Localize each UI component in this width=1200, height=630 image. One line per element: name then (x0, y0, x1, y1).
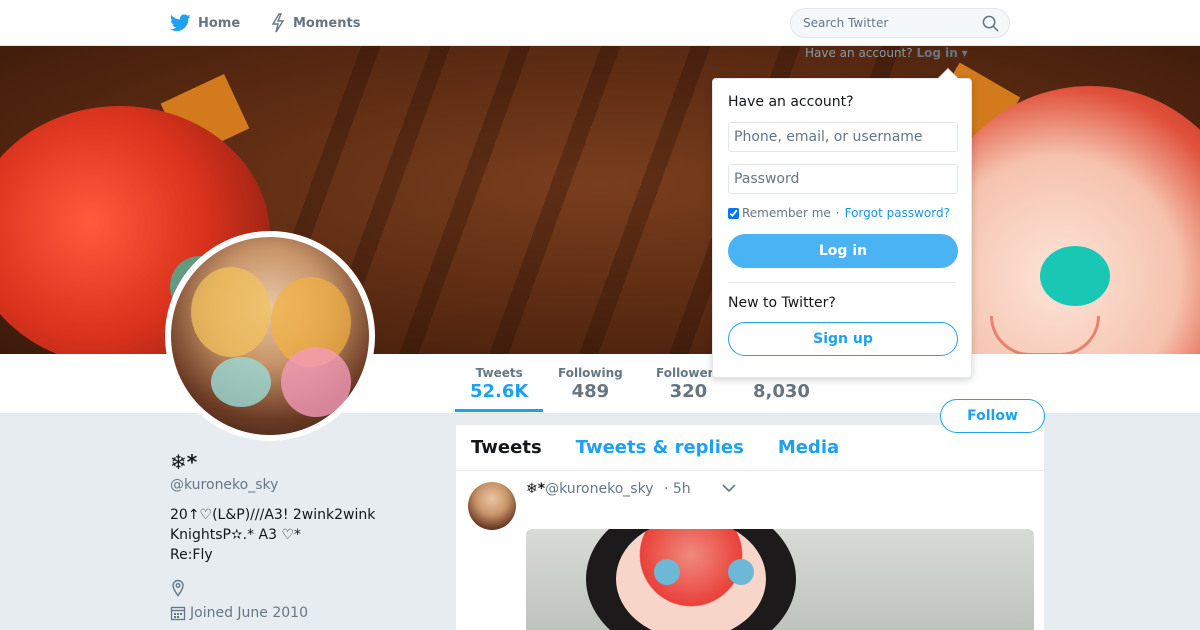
separator: · (835, 206, 840, 220)
nav-moments[interactable]: Moments (270, 12, 360, 34)
location-row (170, 579, 440, 597)
stat-tweets[interactable]: Tweets 52.6K (454, 366, 544, 412)
profile-card: ❄︎* @kuroneko_sky 20↑♡(L&P)///A3! 2wink2… (170, 450, 440, 621)
stat-value: 8,030 (753, 381, 810, 402)
profile-avatar[interactable] (165, 231, 375, 441)
stat-following[interactable]: Following 489 (558, 366, 623, 402)
login-dropdown: Have an account? Remember me · Forgot pa… (712, 68, 972, 378)
search-box (790, 8, 1010, 38)
tweet-header: ❄︎*@kuroneko_sky · 5h (526, 481, 691, 497)
profile-bio: 20↑♡(L&P)///A3! 2wink2wink KnightsP✫.* A… (170, 507, 376, 563)
stat-label: Followers (656, 366, 721, 380)
joined-date: Joined June 2010 (190, 605, 308, 621)
profile-handle[interactable]: @kuroneko_sky (170, 477, 440, 493)
signup-button[interactable]: Sign up (728, 322, 958, 356)
twitter-bird-icon (170, 14, 191, 32)
nav-moments-label: Moments (293, 15, 361, 31)
follow-button[interactable]: Follow (940, 399, 1045, 433)
username-field[interactable] (728, 122, 958, 152)
password-field[interactable] (728, 164, 958, 194)
location-pin-icon (172, 579, 184, 597)
nav-home-label: Home (198, 15, 241, 31)
stat-value: 320 (669, 381, 708, 402)
nav-home[interactable]: Home (170, 12, 240, 34)
login-link[interactable]: Log in (916, 46, 957, 60)
stat-followers[interactable]: Followers 320 (656, 366, 721, 402)
tweet-avatar[interactable] (468, 482, 516, 530)
tweet-media-image[interactable] (526, 529, 1034, 630)
search-input[interactable] (791, 9, 971, 37)
calendar-icon (170, 606, 186, 621)
profile-name[interactable]: ❄︎* (170, 450, 440, 474)
forgot-password-link[interactable]: Forgot password? (845, 206, 950, 220)
joined-row: Joined June 2010 (170, 605, 440, 621)
remember-me-checkbox[interactable] (728, 207, 739, 219)
tweet-author-name[interactable]: ❄︎* (526, 481, 545, 497)
new-to-twitter-title: New to Twitter? (728, 295, 836, 311)
search-icon[interactable] (982, 15, 999, 32)
chevron-down-icon[interactable] (722, 483, 736, 493)
tweet-author-handle[interactable]: @kuroneko_sky (545, 481, 653, 497)
top-nav: Home Moments (0, 0, 1200, 46)
divider (728, 282, 956, 283)
stat-label: Following (558, 366, 623, 380)
stat-value: 52.6K (470, 381, 529, 402)
lightning-icon (271, 13, 285, 33)
caret-down-icon[interactable]: ▾ (962, 46, 968, 60)
tweet-timestamp[interactable]: · 5h (664, 481, 691, 497)
stat-label: Tweets (475, 366, 523, 380)
login-prompt: Have an account? Log in ▾ (805, 46, 968, 60)
have-account-text: Have an account? (805, 46, 913, 60)
remember-me-label[interactable]: Remember me (742, 206, 831, 220)
login-dropdown-title: Have an account? (728, 94, 854, 110)
remember-row: Remember me · Forgot password? (728, 206, 956, 220)
stat-value: 489 (571, 381, 610, 402)
tweet-item[interactable]: ❄︎*@kuroneko_sky · 5h (456, 425, 1044, 630)
login-button[interactable]: Log in (728, 234, 958, 268)
